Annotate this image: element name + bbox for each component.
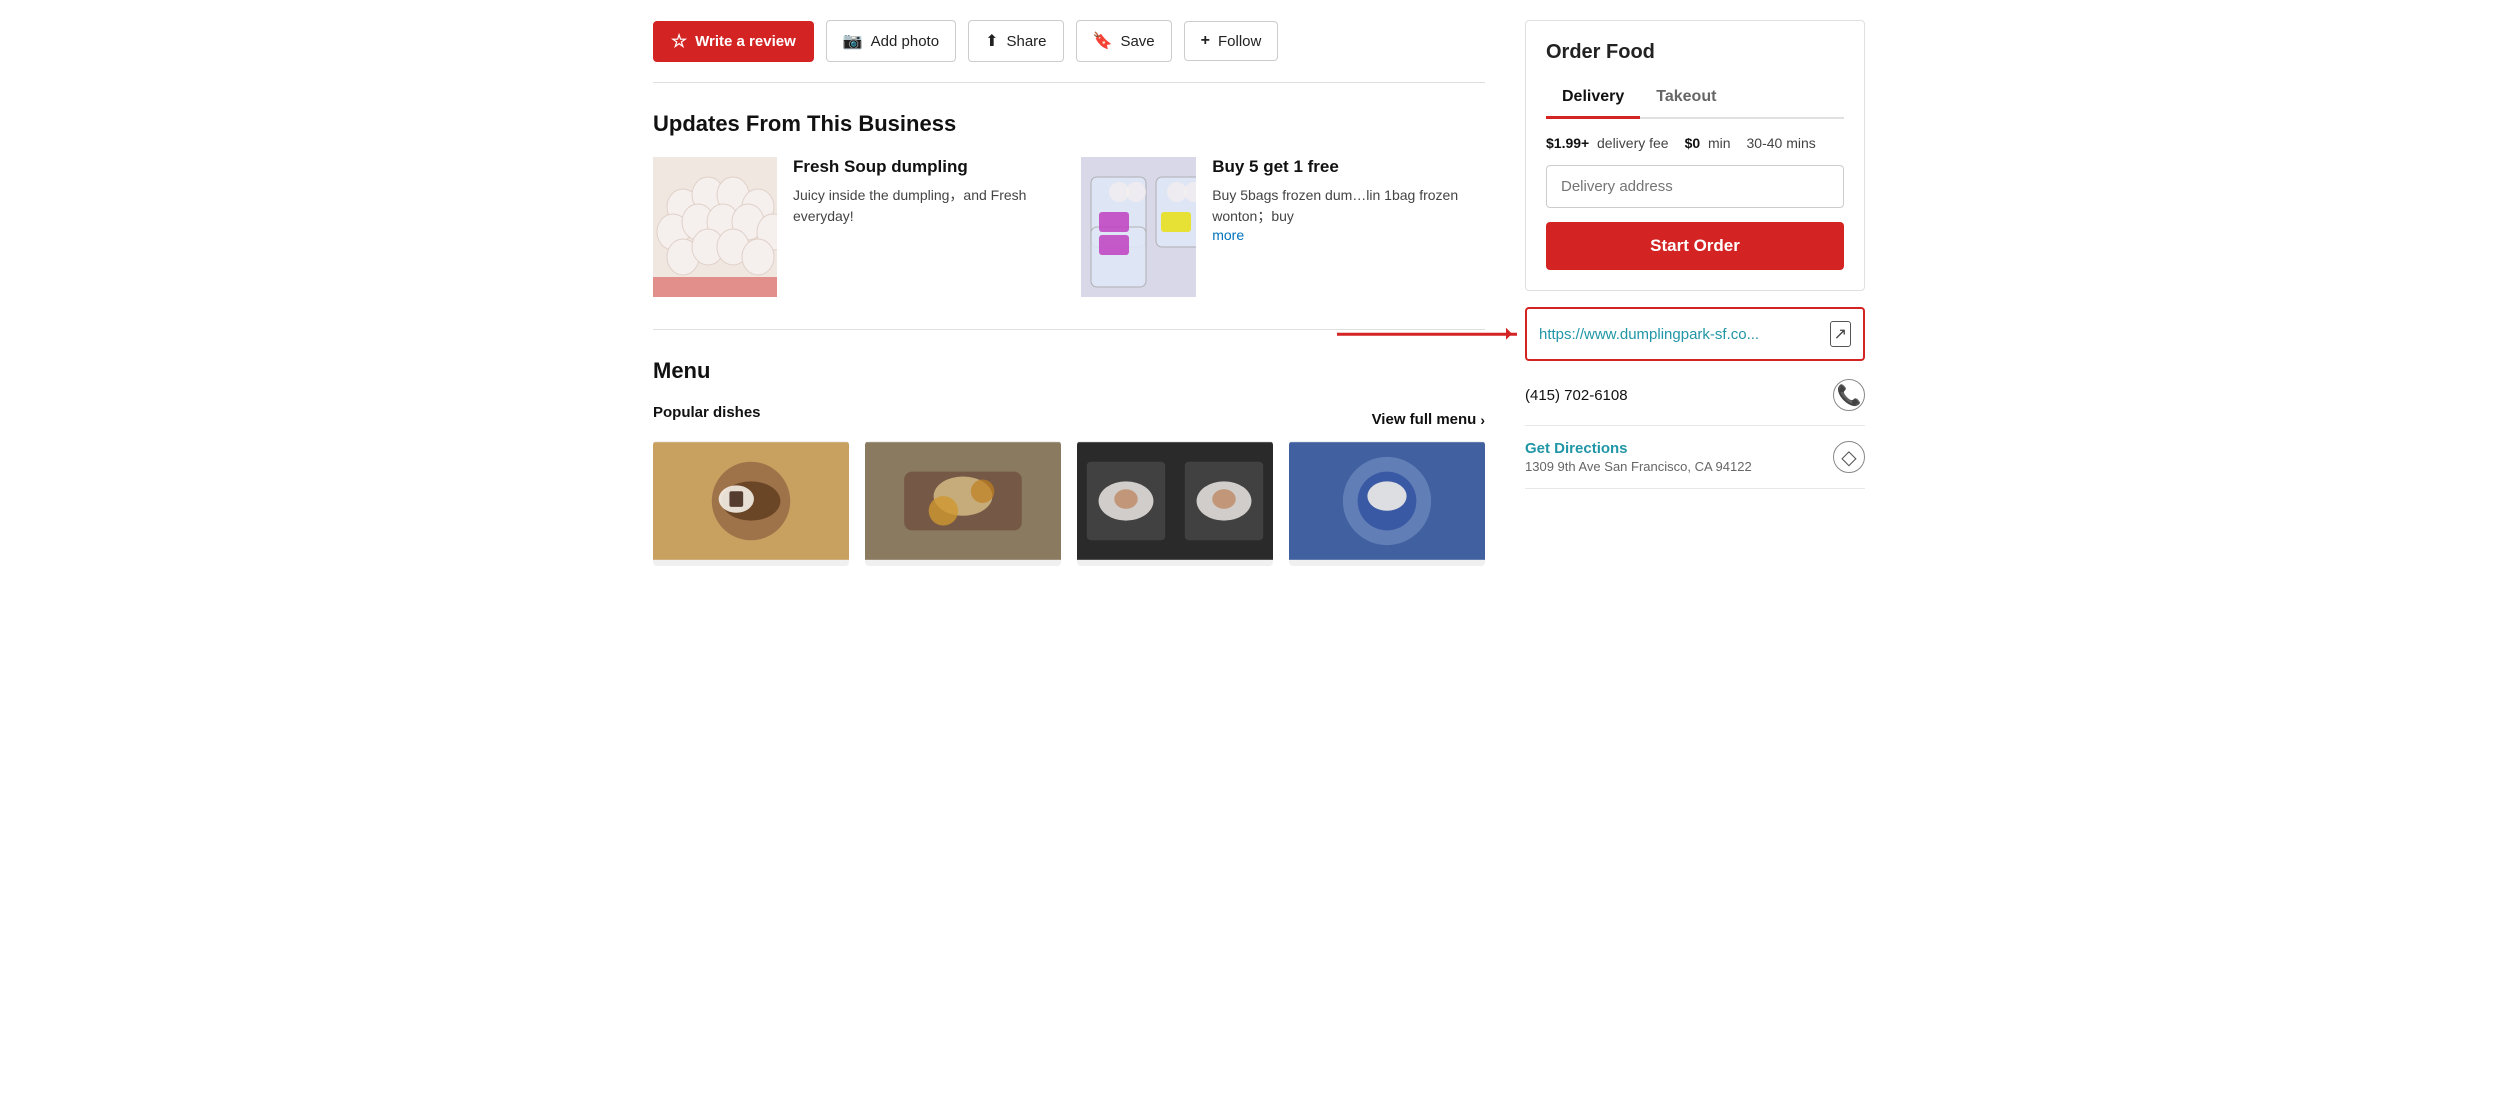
add-photo-button[interactable]: 📷 Add photo: [826, 20, 956, 62]
phone-row: (415) 702-6108 📞: [1525, 365, 1865, 426]
phone-number: (415) 702-6108: [1525, 387, 1628, 404]
dish-card-2[interactable]: [865, 441, 1061, 566]
update-card-2-more[interactable]: more: [1212, 227, 1244, 243]
dishes-grid: [653, 441, 1485, 566]
dish-image-4: [1289, 441, 1485, 561]
website-link[interactable]: https://www.dumplingpark-sf.co...: [1539, 326, 1759, 343]
start-order-button[interactable]: Start Order: [1546, 222, 1844, 270]
menu-section: Menu Popular dishes View full menu ›: [653, 358, 1485, 566]
dish-image-2: [865, 441, 1061, 561]
share-icon: ⬆: [985, 31, 998, 51]
directions-icon: ◇: [1833, 441, 1865, 473]
time-estimate: 30-40 mins: [1747, 135, 1816, 151]
camera-icon: 📷: [843, 31, 863, 51]
external-link-icon: ↗: [1830, 321, 1851, 347]
update-card-2-desc: Buy 5bags frozen dum…lin 1bag frozen won…: [1212, 185, 1485, 227]
save-button[interactable]: 🔖 Save: [1076, 20, 1172, 62]
updates-grid: Fresh Soup dumpling Juicy inside the dum…: [653, 157, 1485, 297]
order-tabs: Delivery Takeout: [1546, 80, 1844, 119]
dish-card-3[interactable]: [1077, 441, 1273, 566]
soup-dumpling-image: [653, 157, 777, 297]
delivery-info: $1.99+ delivery fee $0 min 30-40 mins: [1546, 135, 1844, 151]
get-directions-label[interactable]: Get Directions: [1525, 440, 1752, 457]
update-card-1-desc: Juicy inside the dumpling，and Fresh ever…: [793, 185, 1057, 227]
website-row: https://www.dumplingpark-sf.co... ↗: [1525, 307, 1865, 361]
order-food-card: Order Food Delivery Takeout $1.99+ deliv…: [1525, 20, 1865, 291]
updates-section-title: Updates From This Business: [653, 111, 1485, 137]
directions-row: Get Directions 1309 9th Ave San Francisc…: [1525, 426, 1865, 489]
sidebar: Order Food Delivery Takeout $1.99+ deliv…: [1525, 20, 1865, 566]
tab-takeout[interactable]: Takeout: [1640, 80, 1732, 119]
phone-icon: 📞: [1833, 379, 1865, 411]
sidebar-info-section: https://www.dumplingpark-sf.co... ↗ (415…: [1525, 307, 1865, 489]
dish-image-1: [653, 441, 849, 561]
section-divider: [653, 329, 1485, 330]
bookmark-icon: 🔖: [1093, 31, 1113, 51]
plus-icon: +: [1201, 32, 1210, 50]
min-order: $0 min: [1685, 135, 1731, 151]
delivery-address-input[interactable]: [1546, 165, 1844, 208]
update-card-1-body: Fresh Soup dumpling Juicy inside the dum…: [793, 157, 1057, 227]
frozen-bags-image: [1081, 157, 1196, 297]
update-card-1-title: Fresh Soup dumpling: [793, 157, 1057, 177]
update-card-2: Buy 5 get 1 free Buy 5bags frozen dum…li…: [1081, 157, 1485, 297]
follow-button[interactable]: + Follow: [1184, 21, 1279, 61]
menu-section-title: Menu: [653, 358, 1485, 384]
share-button[interactable]: ⬆ Share: [968, 20, 1063, 62]
order-food-title: Order Food: [1546, 41, 1844, 64]
delivery-fee: $1.99+ delivery fee: [1546, 135, 1669, 151]
update-card-2-title: Buy 5 get 1 free: [1212, 157, 1485, 177]
update-card-2-body: Buy 5 get 1 free Buy 5bags frozen dum…li…: [1212, 157, 1485, 245]
tab-delivery[interactable]: Delivery: [1546, 80, 1640, 119]
update-card-1: Fresh Soup dumpling Juicy inside the dum…: [653, 157, 1057, 297]
popular-dishes-label: Popular dishes: [653, 404, 761, 421]
view-full-menu-link[interactable]: View full menu ›: [1372, 411, 1485, 428]
menu-header: Popular dishes View full menu ›: [653, 404, 1485, 435]
business-address: 1309 9th Ave San Francisco, CA 94122: [1525, 459, 1752, 474]
directions-info: Get Directions 1309 9th Ave San Francisc…: [1525, 440, 1752, 474]
chevron-right-icon: ›: [1480, 412, 1485, 428]
write-review-button[interactable]: ☆ Write a review: [653, 21, 814, 62]
dish-card-4[interactable]: [1289, 441, 1485, 566]
action-bar: ☆ Write a review 📷 Add photo ⬆ Share 🔖 S…: [653, 20, 1485, 83]
dish-card-1[interactable]: [653, 441, 849, 566]
star-icon: ☆: [671, 31, 687, 52]
dish-image-3: [1077, 441, 1273, 561]
